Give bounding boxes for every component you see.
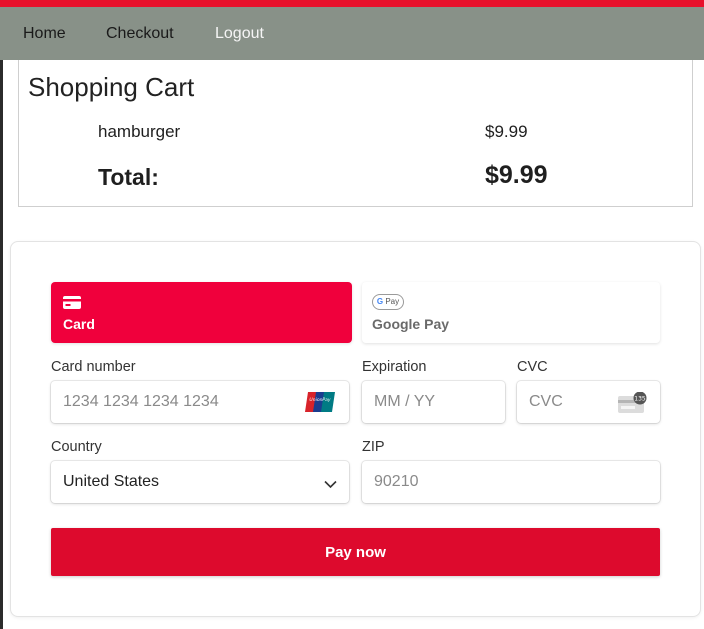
tab-card[interactable]: Card	[51, 282, 352, 343]
cvc-card-icon: 135	[618, 391, 648, 419]
tab-google-pay[interactable]: G Pay Google Pay	[362, 282, 660, 343]
cvc-input[interactable]: CVC 135	[517, 381, 660, 423]
top-accent-bar	[0, 0, 704, 7]
card-number-label: Card number	[51, 359, 136, 375]
expiration-label: Expiration	[362, 359, 427, 375]
zip-placeholder: 90210	[374, 473, 419, 490]
cart-item-name: hamburger	[98, 122, 181, 141]
tab-card-label: Card	[63, 316, 95, 332]
expiration-placeholder: MM / YY	[374, 393, 436, 410]
cart-title: Shopping Cart	[28, 72, 195, 102]
payment-form: Card G Pay Google Pay Card number 1234 1…	[10, 241, 701, 617]
country-label: Country	[51, 439, 102, 455]
zip-input[interactable]: 90210	[362, 461, 660, 503]
svg-text:UnionPay: UnionPay	[309, 397, 330, 403]
nav-logout-link[interactable]: Logout	[215, 25, 264, 43]
unionpay-icon: UnionPay	[305, 392, 335, 417]
zip-label: ZIP	[362, 439, 385, 455]
google-pay-icon: G Pay	[372, 294, 404, 310]
card-number-placeholder: 1234 1234 1234 1234	[63, 393, 219, 410]
cvc-label: CVC	[517, 359, 548, 375]
expiration-input[interactable]: MM / YY	[362, 381, 505, 423]
cvc-placeholder: CVC	[529, 393, 563, 410]
country-select[interactable]: United States	[51, 461, 349, 503]
window-edge	[0, 0, 3, 629]
card-number-input[interactable]: 1234 1234 1234 1234 UnionPay	[51, 381, 349, 423]
credit-card-icon	[63, 296, 81, 314]
tab-google-pay-label: Google Pay	[372, 316, 450, 332]
shopping-cart: Shopping Cart hamburger $9.99 Total: $9.…	[18, 60, 693, 207]
cart-total-label: Total:	[98, 164, 159, 190]
svg-text:135: 135	[634, 396, 646, 403]
country-value: United States	[63, 473, 160, 490]
pay-now-button[interactable]: Pay now	[51, 528, 660, 576]
nav-checkout-link[interactable]: Checkout	[106, 25, 174, 43]
chevron-down-icon	[324, 476, 337, 494]
navbar: Home Checkout Logout	[0, 7, 704, 60]
nav-home-link[interactable]: Home	[23, 25, 66, 43]
cart-total-value: $9.99	[485, 161, 548, 189]
cart-item-price: $9.99	[485, 122, 528, 141]
